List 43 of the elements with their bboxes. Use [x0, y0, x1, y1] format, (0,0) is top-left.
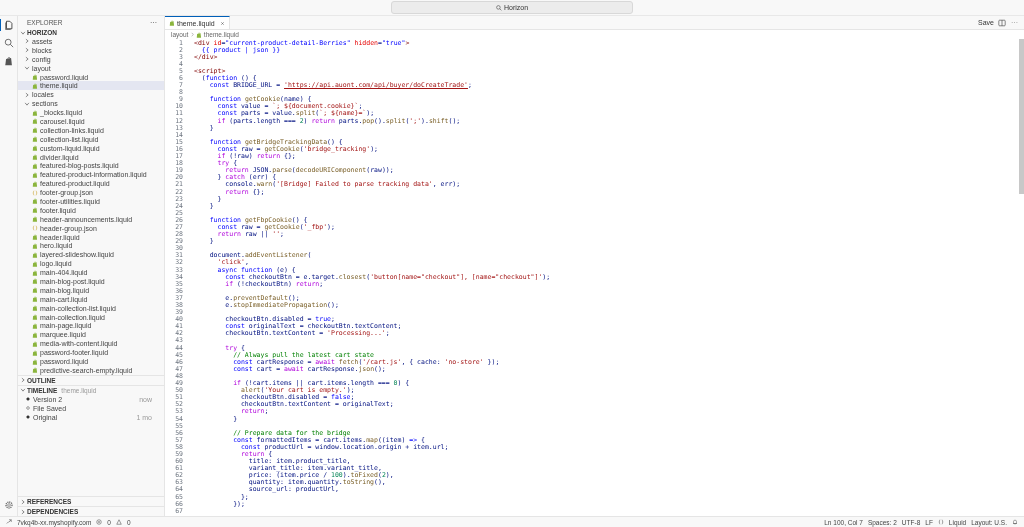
- shopping-bag-icon: [32, 367, 38, 374]
- search-icon: [495, 4, 502, 11]
- warning-icon: [115, 519, 122, 525]
- timeline-dot-icon: [26, 397, 30, 402]
- shopping-bag-icon: [32, 82, 38, 89]
- shopping-bag-icon: [32, 162, 38, 169]
- remote-icon[interactable]: [6, 519, 12, 525]
- braces-icon: [937, 519, 944, 525]
- braces-icon: [32, 225, 38, 232]
- shopping-bag-icon: [32, 145, 38, 152]
- shopping-bag-icon: [32, 358, 38, 365]
- shopping-bag-icon: [32, 198, 38, 205]
- shopping-bag-icon: [32, 269, 38, 276]
- shopping-bag-icon: [32, 216, 38, 223]
- shopping-bag-icon: [32, 287, 38, 294]
- shopping-bag-icon: [32, 340, 38, 347]
- shopping-bag-icon: [32, 118, 38, 125]
- error-icon: [96, 519, 103, 525]
- bell-icon[interactable]: [1012, 519, 1018, 525]
- shopping-bag-icon: [32, 180, 38, 187]
- timeline-dot-icon: [26, 406, 30, 411]
- scrollbar-thumb[interactable]: [1019, 39, 1024, 194]
- shopping-bag-icon: [32, 251, 38, 258]
- shopping-bag-icon: [32, 296, 38, 303]
- shopping-bag-icon: [32, 171, 38, 178]
- shopping-bag-icon: [196, 31, 203, 38]
- shopping-bag-icon: [32, 349, 38, 356]
- shopping-bag-icon: [32, 136, 38, 143]
- shopping-bag-icon: [32, 109, 38, 116]
- shopping-bag-icon: [169, 20, 175, 26]
- close-icon[interactable]: [219, 20, 225, 26]
- shopping-bag-icon: [32, 278, 38, 285]
- shopping-bag-icon: [32, 154, 38, 160]
- shopping-bag-icon: [32, 331, 38, 338]
- shopping-bag-icon: [32, 260, 38, 267]
- chevron-icon: [189, 32, 195, 37]
- shopping-bag-icon: [32, 74, 38, 80]
- shopping-bag-icon: [32, 127, 38, 134]
- braces-icon: [32, 189, 38, 196]
- shopping-bag-icon: [32, 207, 38, 214]
- split-editor-icon[interactable]: [998, 18, 1006, 27]
- timeline-dot-icon: [26, 415, 30, 420]
- shopping-bag-icon: [32, 305, 38, 312]
